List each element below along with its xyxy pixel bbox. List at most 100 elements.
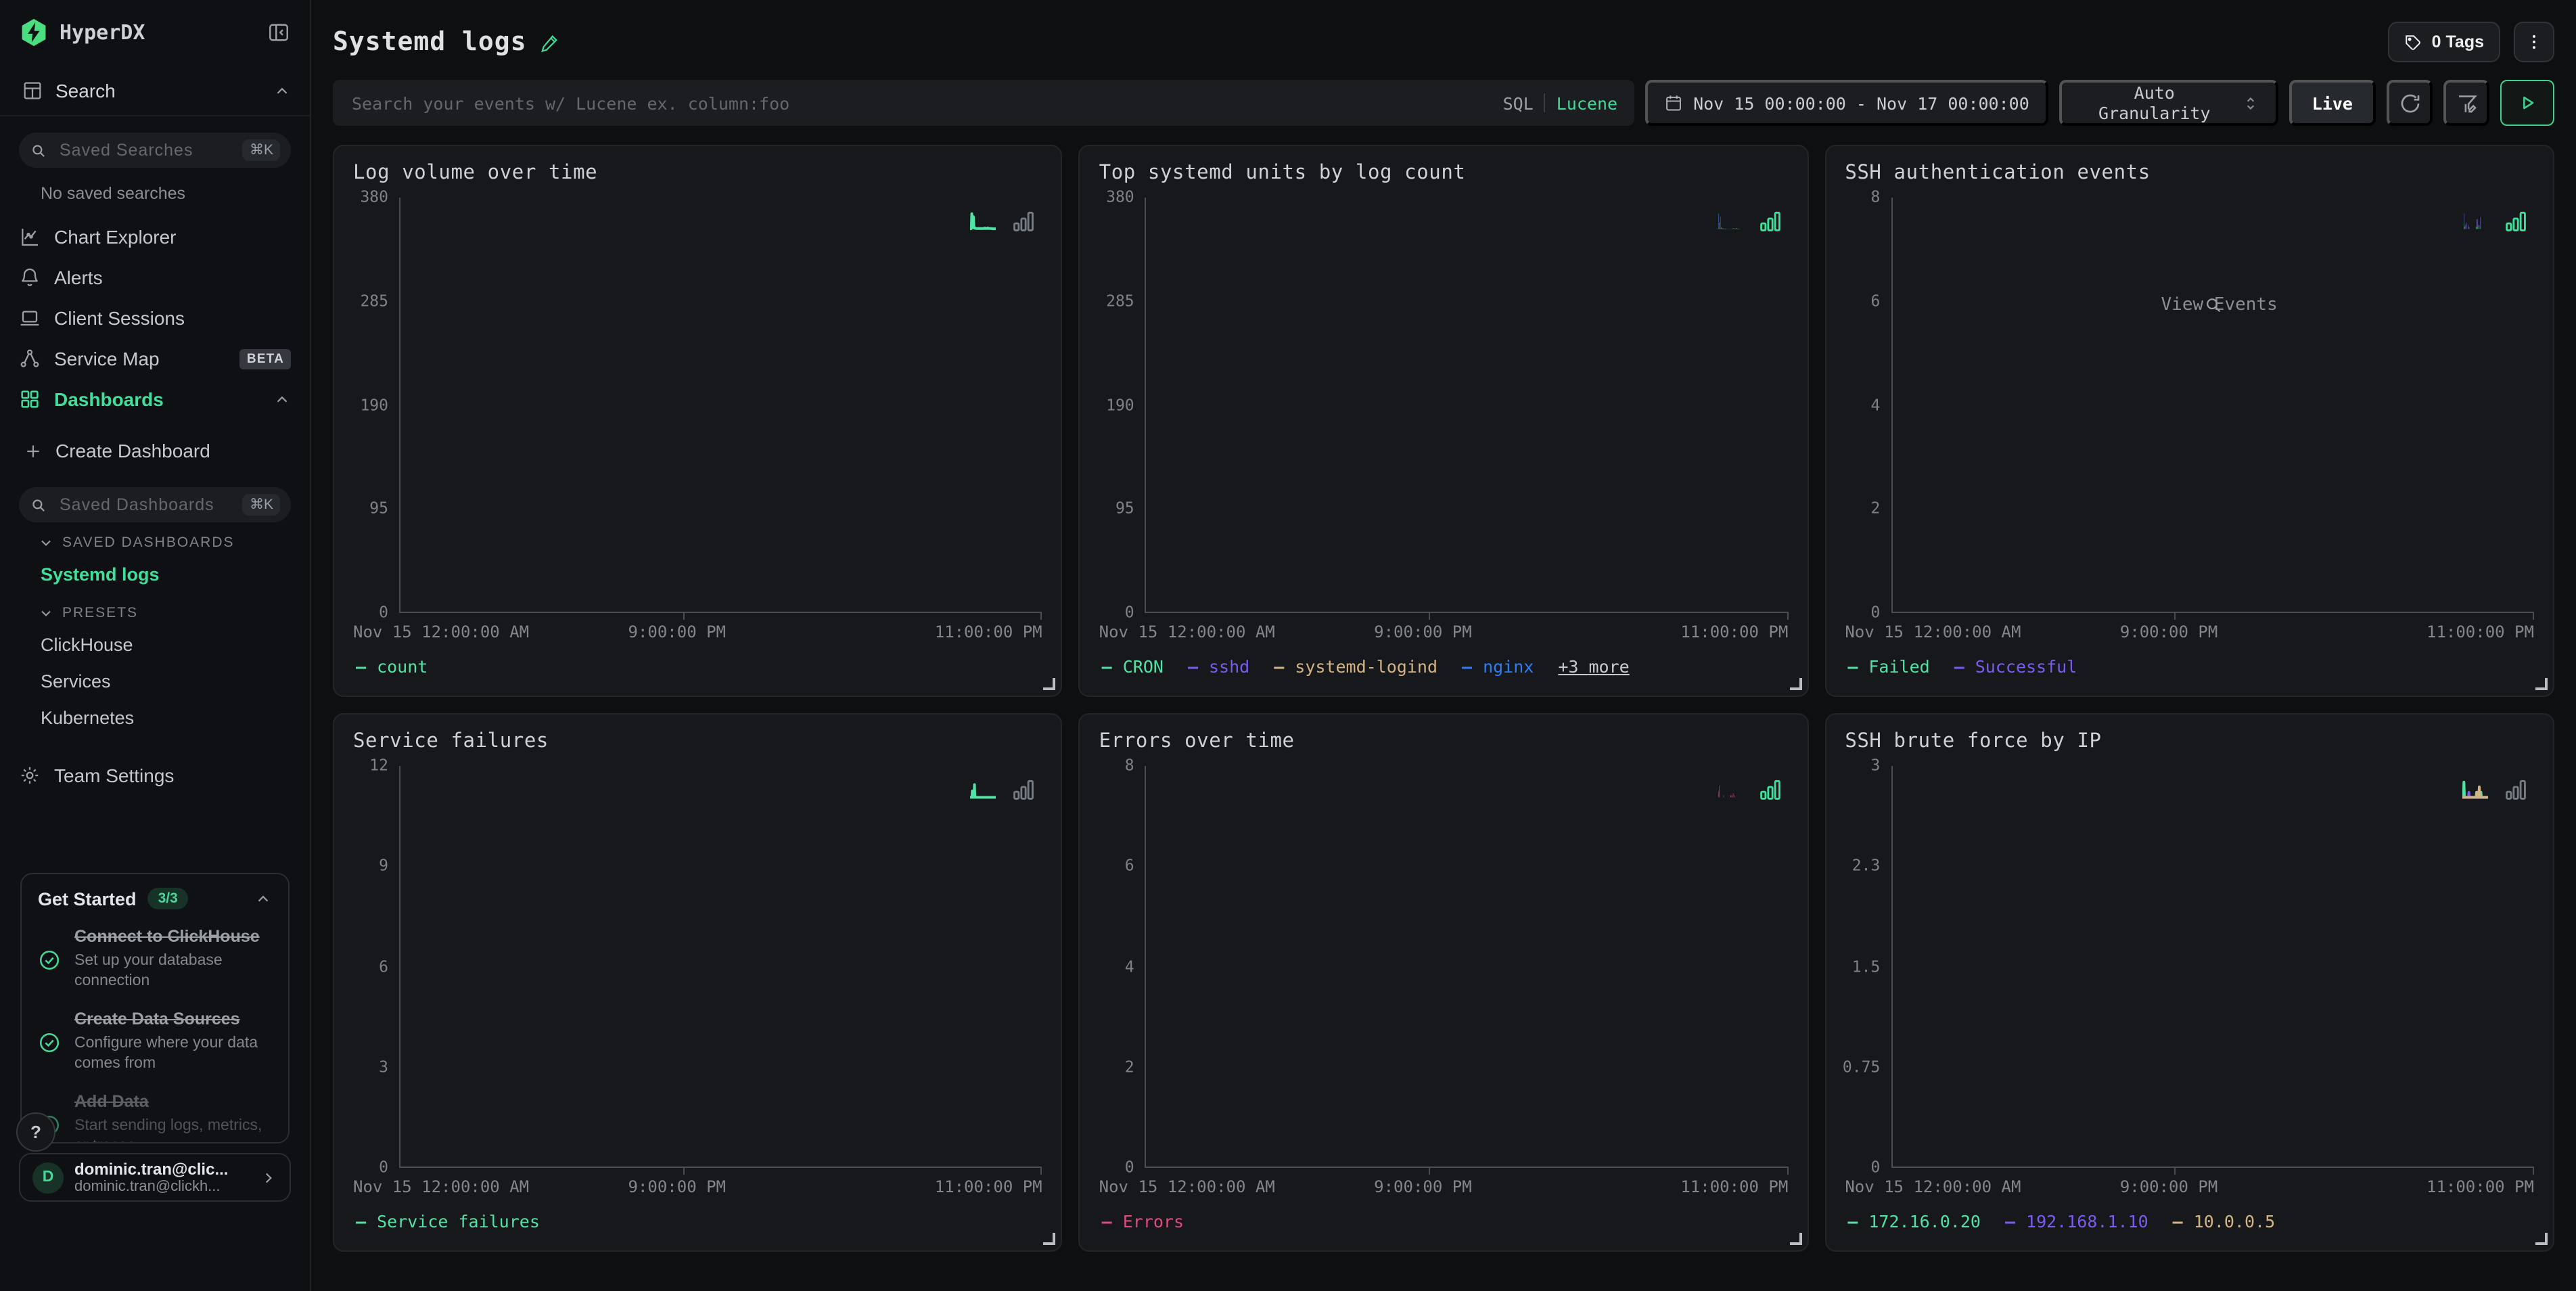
panel-resize-handle[interactable]	[2535, 678, 2548, 690]
step-title: Connect to ClickHouse	[74, 927, 260, 946]
saved-searches-field[interactable]	[57, 139, 233, 161]
legend-item[interactable]: —192.168.1.10	[2005, 1211, 2148, 1231]
panel-top-systemd-units: Top systemd units by log count 380285190…	[1079, 145, 1809, 697]
sidebar-item-chart-explorer[interactable]: Chart Explorer	[0, 217, 310, 257]
time-range-picker-button[interactable]: Nov 15 00:00:00 - Nov 17 00:00:00	[1644, 80, 2048, 126]
chevron-up-icon	[273, 390, 291, 408]
help-button[interactable]: ?	[16, 1112, 55, 1152]
chart-title: SSH brute force by IP	[1845, 731, 2534, 752]
sidebar-item-team-settings[interactable]: Team Settings	[0, 755, 310, 796]
dashboard-menu-kebab-button[interactable]	[2514, 22, 2554, 62]
y-axis-tick: 190	[360, 395, 388, 414]
legend-item[interactable]: —Service failures	[356, 1211, 540, 1231]
create-dashboard-button[interactable]: Create Dashboard	[0, 430, 310, 471]
get-started-title: Get Started	[38, 888, 137, 909]
collapse-sidebar-icon[interactable]	[267, 20, 291, 45]
dashboard-header: Systemd logs 0 Tags	[311, 0, 2576, 62]
legend-item[interactable]: —10.0.0.5	[2173, 1211, 2276, 1231]
bar-chart-toggle-icon[interactable]	[1757, 777, 1782, 802]
saved-dashboards-input[interactable]: ⌘K	[19, 487, 291, 522]
event-search-input[interactable]	[349, 91, 1490, 114]
legend-more-link[interactable]: +3 more	[1558, 656, 1629, 677]
panel-resize-handle[interactable]	[1789, 678, 1801, 690]
user-account-button[interactable]: D dominic.tran@clic... dominic.tran@clic…	[19, 1153, 291, 1202]
panel-resize-handle[interactable]	[1789, 1233, 1801, 1245]
filter-button[interactable]	[2443, 80, 2489, 126]
step-desc: Start sending logs, metrics, or traces	[74, 1116, 272, 1144]
saved-dashboards-field[interactable]	[57, 494, 233, 516]
legend-item[interactable]: —count	[356, 656, 428, 677]
legend-item[interactable]: —Successful	[1954, 656, 2077, 677]
sidebar-item-alerts[interactable]: Alerts	[0, 257, 310, 298]
live-button[interactable]: Live	[2289, 80, 2376, 126]
chart-title: Log volume over time	[353, 162, 1042, 184]
y-axis-tick: 0	[1125, 1158, 1134, 1177]
line-chart-toggle-icon[interactable]	[2462, 777, 2488, 802]
x-axis-tick: 11:00:00 PM	[2426, 1177, 2534, 1196]
lucene-toggle[interactable]: Lucene	[1557, 93, 1617, 113]
refresh-button[interactable]	[2387, 80, 2433, 126]
get-started-step-sources[interactable]: Create Data Sources Configure where your…	[38, 1007, 272, 1074]
sidebar-item-services[interactable]: Services	[0, 663, 310, 700]
hyperdx-logo-icon	[19, 18, 49, 47]
x-axis-tick: 9:00:00 PM	[2120, 1177, 2218, 1196]
chevron-up-icon	[273, 82, 291, 99]
run-query-play-button[interactable]	[2500, 80, 2554, 126]
bar-chart-toggle-icon[interactable]	[2503, 208, 2529, 234]
x-axis-tick: 11:00:00 PM	[1680, 622, 1788, 641]
bar-chart-toggle-icon[interactable]	[1757, 208, 1782, 234]
dashboard-grid: Log volume over time 380285190950 Nov 15…	[311, 126, 2576, 1252]
legend-item[interactable]: —Errors	[1102, 1211, 1184, 1231]
get-started-step-connect[interactable]: Connect to ClickHouse Set up your databa…	[38, 924, 272, 992]
step-title: Add Data	[74, 1092, 149, 1111]
user-name: dominic.tran@clic...	[74, 1160, 249, 1179]
laptop-icon	[19, 307, 41, 329]
legend-item[interactable]: —sshd	[1188, 656, 1249, 677]
x-axis-tick: 9:00:00 PM	[1374, 1177, 1472, 1196]
line-chart-toggle-icon[interactable]	[971, 777, 996, 802]
panel-resize-handle[interactable]	[1044, 678, 1056, 690]
y-axis-tick: 380	[360, 187, 388, 206]
bar-chart-toggle-icon[interactable]	[1011, 777, 1037, 802]
view-events-button[interactable]: View Events	[2149, 295, 2278, 315]
get-started-step-add-data[interactable]: Add Data Start sending logs, metrics, or…	[38, 1089, 272, 1144]
step-desc: Configure where your data comes from	[74, 1034, 272, 1074]
sidebar-item-service-map[interactable]: Service Map BETA	[0, 338, 310, 379]
presets-section-header[interactable]: PRESETS	[0, 593, 310, 627]
panel-resize-handle[interactable]	[1044, 1233, 1056, 1245]
line-chart-toggle-icon[interactable]	[1716, 777, 1742, 802]
chevron-up-icon[interactable]	[254, 890, 272, 907]
legend-item[interactable]: —CRON	[1102, 656, 1164, 677]
query-language-toggle[interactable]: SQL Lucene	[1503, 93, 1617, 113]
sql-toggle[interactable]: SQL	[1503, 93, 1534, 113]
sidebar-item-search[interactable]: Search	[0, 61, 310, 116]
panel-errors-over-time: Errors over time 86420 Nov 15 12:00:00 A…	[1079, 713, 1809, 1252]
sidebar-item-kubernetes[interactable]: Kubernetes	[0, 700, 310, 736]
legend-item[interactable]: —nginx	[1462, 656, 1534, 677]
legend-item[interactable]: —systemd-logind	[1274, 656, 1438, 677]
chart-type-toggle	[2462, 777, 2529, 802]
bar-chart-toggle-icon[interactable]	[2503, 777, 2529, 802]
line-chart-toggle-icon[interactable]	[1716, 208, 1742, 234]
sidebar-item-clickhouse[interactable]: ClickHouse	[0, 627, 310, 663]
sidebar-item-systemd-logs[interactable]: Systemd logs	[0, 556, 310, 593]
chart-type-toggle	[971, 777, 1037, 802]
get-started-progress-badge: 3/3	[147, 888, 189, 909]
line-chart-toggle-icon[interactable]	[971, 208, 996, 234]
granularity-select[interactable]: Auto Granularity	[2059, 80, 2278, 126]
sidebar-item-dashboards[interactable]: Dashboards	[0, 379, 310, 420]
legend-item[interactable]: —172.16.0.20	[1847, 1211, 1981, 1231]
saved-searches-input[interactable]: ⌘K	[19, 133, 291, 168]
nav-label: Client Sessions	[54, 307, 291, 329]
panel-resize-handle[interactable]	[2535, 1233, 2548, 1245]
y-axis-tick: 4	[1870, 395, 1880, 414]
chevron-down-icon	[38, 605, 54, 621]
line-chart-toggle-icon[interactable]	[2462, 208, 2488, 234]
edit-title-pencil-icon[interactable]	[540, 32, 561, 52]
tags-button[interactable]: 0 Tags	[2389, 22, 2500, 62]
legend-item[interactable]: —Failed	[1847, 656, 1929, 677]
bar-chart-toggle-icon[interactable]	[1011, 208, 1037, 234]
saved-dashboards-section-header[interactable]: SAVED DASHBOARDS	[0, 522, 310, 556]
y-axis-tick: 2	[1870, 499, 1880, 518]
sidebar-item-client-sessions[interactable]: Client Sessions	[0, 298, 310, 338]
